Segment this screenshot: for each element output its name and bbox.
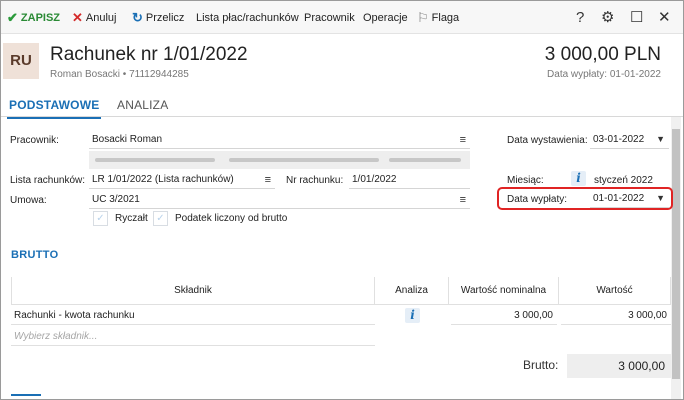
maximize-button[interactable]: ☐: [630, 8, 643, 28]
table-row-nominal-value[interactable]: 3 000,00: [451, 307, 557, 325]
month-value: styczeń 2022: [594, 175, 653, 186]
header-payment-date: Data wypłaty: 01-01-2022: [547, 69, 661, 80]
close-x-icon: ✕: [72, 10, 83, 25]
tab-analysis[interactable]: ANALIZA: [117, 98, 168, 112]
employee-menu[interactable]: Pracownik: [304, 10, 355, 26]
document-type-badge: RU: [3, 43, 39, 79]
info-icon[interactable]: i: [571, 171, 586, 186]
brutto-section-title: BRUTTO: [11, 249, 59, 261]
bill-list-field[interactable]: LR 1/01/2022 (Lista rachunków) ≡: [89, 172, 275, 189]
chevron-down-icon: ▼: [656, 193, 665, 203]
operations-menu[interactable]: Operacje: [363, 10, 408, 26]
lump-sum-checkbox[interactable]: ✓: [93, 211, 108, 226]
hamburger-icon[interactable]: ≡: [460, 132, 466, 148]
column-header-value[interactable]: Wartość: [559, 277, 671, 305]
brutto-total-label: Brutto:: [523, 358, 559, 372]
redacted-bar: [389, 158, 461, 162]
column-header-component[interactable]: Składnik: [11, 277, 375, 305]
close-button[interactable]: ✕: [658, 8, 671, 28]
tab-basic[interactable]: PODSTAWOWE: [6, 98, 102, 119]
tab-bar: PODSTAWOWE ANALIZA: [1, 93, 683, 119]
settings-button[interactable]: ⚙: [601, 8, 614, 28]
bill-number-label: Nr rachunku:: [286, 175, 344, 186]
month-label: Miesiąc:: [507, 175, 544, 186]
toolbar: ✔ ZAPISZ ✕ Anuluj ↻ Przelicz Lista płac/rac…: [1, 1, 683, 34]
maximize-icon: ☐: [630, 9, 644, 26]
payment-date-label: Data wypłaty:: [507, 194, 568, 205]
help-icon: ?: [576, 9, 585, 26]
employee-subtitle: Roman Bosacki • 71112944285: [50, 69, 189, 80]
bill-window: ✔ ZAPISZ ✕ Anuluj ↻ Przelicz Lista płac/rac…: [0, 0, 684, 400]
gross-tax-checkbox[interactable]: ✓: [153, 211, 168, 226]
payroll-list-menu[interactable]: Lista płac/rachunków: [196, 10, 299, 26]
issue-date-label: Data wystawienia:: [507, 135, 588, 146]
flag-icon: ⚐: [417, 10, 429, 25]
hamburger-icon[interactable]: ≡: [460, 192, 466, 208]
contract-label: Umowa:: [10, 195, 47, 206]
redacted-employee-details: [89, 151, 470, 169]
column-header-nominal-value[interactable]: Wartość nominalna: [449, 277, 559, 305]
column-header-analysis[interactable]: Analiza: [375, 277, 449, 305]
refresh-icon: ↻: [132, 10, 143, 25]
scrollbar-thumb[interactable]: [672, 129, 680, 379]
close-icon: ✕: [658, 9, 671, 26]
checkmark-icon: ✔: [7, 10, 18, 25]
table-row-component[interactable]: Rachunki - kwota rachunku: [11, 307, 375, 325]
hamburger-icon[interactable]: ≡: [265, 172, 271, 188]
issue-date-picker[interactable]: 03-01-2022 ▼: [590, 131, 669, 149]
total-amount: 3 000,00 PLN: [544, 44, 661, 65]
help-button[interactable]: ?: [576, 8, 584, 28]
chevron-down-icon: ▼: [656, 134, 665, 144]
payment-date-picker[interactable]: 01-01-2022 ▼: [590, 190, 669, 208]
redacted-bar: [229, 158, 379, 162]
lump-sum-label: Ryczałt: [115, 213, 148, 224]
analysis-info-icon[interactable]: i: [405, 308, 420, 323]
cancel-button[interactable]: ✕ Anuluj: [72, 10, 116, 26]
table-row-value[interactable]: 3 000,00: [561, 307, 671, 325]
redacted-bar: [95, 158, 215, 162]
save-button[interactable]: ✔ ZAPISZ: [7, 10, 60, 26]
employee-field[interactable]: Bosacki Roman ≡: [89, 132, 470, 149]
component-picker-input[interactable]: Wybierz składnik...: [11, 328, 375, 346]
bill-list-label: Lista rachunków:: [10, 175, 86, 186]
gear-icon: ⚙: [601, 9, 615, 26]
page-title: Rachunek nr 1/01/2022: [50, 44, 248, 65]
employee-label: Pracownik:: [10, 135, 59, 146]
recalculate-button[interactable]: ↻ Przelicz: [132, 10, 184, 26]
vertical-scrollbar[interactable]: [671, 117, 681, 399]
gross-tax-label: Podatek liczony od brutto: [175, 213, 288, 224]
next-section-cutoff: [11, 394, 41, 398]
contract-field[interactable]: UC 3/2021 ≡: [89, 192, 470, 209]
flag-button[interactable]: ⚐ Flaga: [417, 10, 459, 26]
brutto-total-value: 3 000,00: [567, 354, 671, 378]
bill-number-field[interactable]: 1/01/2022: [349, 172, 470, 189]
